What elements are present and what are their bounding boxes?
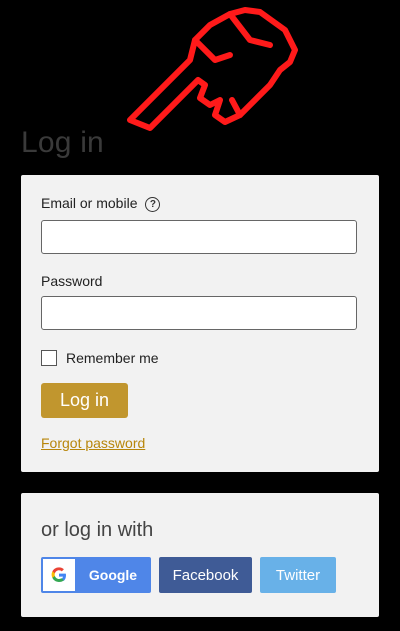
- email-field[interactable]: [41, 220, 357, 254]
- social-login-card: or log in with Google Facebook Twitter: [21, 493, 379, 617]
- google-g-icon: [43, 559, 75, 591]
- forgot-password-link[interactable]: Forgot password: [41, 435, 145, 451]
- facebook-login-button[interactable]: Facebook: [159, 557, 252, 593]
- social-login-title: or log in with: [41, 519, 154, 541]
- pointing-hand-icon: [127, 7, 298, 131]
- google-login-button[interactable]: Google: [41, 557, 151, 593]
- question-circle-icon[interactable]: ?: [145, 197, 161, 212]
- page-title: Log in: [21, 126, 104, 159]
- email-label-text: Email or mobile: [41, 195, 138, 211]
- password-field[interactable]: [41, 296, 357, 330]
- password-label: Password: [41, 273, 103, 289]
- twitter-login-button[interactable]: Twitter: [260, 557, 336, 593]
- login-button[interactable]: Log in: [41, 383, 128, 418]
- remember-me-checkbox[interactable]: [41, 350, 57, 366]
- remember-me-label[interactable]: Remember me: [66, 350, 159, 366]
- google-button-label: Google: [88, 567, 138, 583]
- login-card: Email or mobile? Password Remember me Lo…: [21, 175, 379, 472]
- email-label: Email or mobile?: [41, 195, 161, 212]
